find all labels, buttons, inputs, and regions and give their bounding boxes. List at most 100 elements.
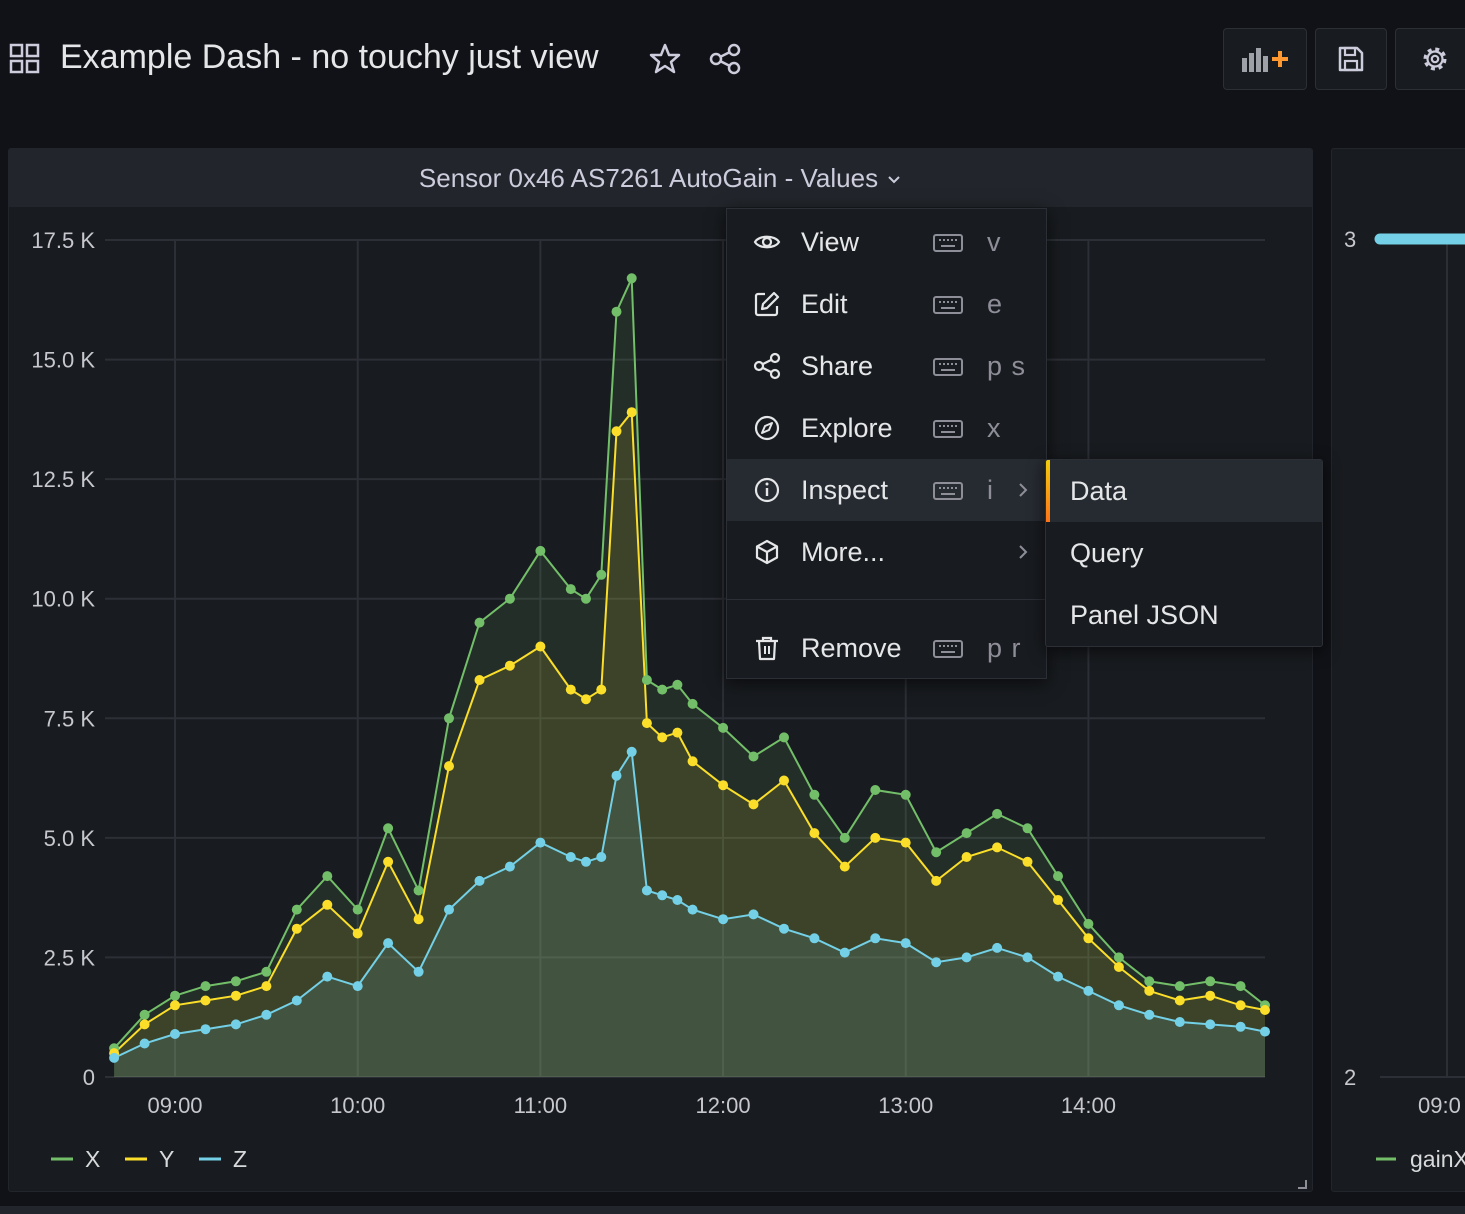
menu-item-label: More...	[801, 537, 886, 567]
menu-item-label: Edit	[801, 289, 848, 319]
data-point-x	[839, 832, 850, 843]
data-point-y	[1205, 990, 1216, 1001]
keyboard-icon	[933, 640, 963, 658]
data-point-z	[383, 938, 394, 949]
menu-item-share[interactable]: Share p s	[727, 335, 1046, 397]
data-point-x	[565, 584, 576, 595]
data-point-z	[200, 1024, 211, 1035]
data-point-z	[1260, 1026, 1270, 1037]
resize-handle-icon[interactable]	[1297, 1179, 1307, 1189]
data-point-z	[809, 933, 820, 944]
data-point-x	[718, 722, 729, 733]
submenu-item-label: Query	[1070, 538, 1144, 568]
data-point-y	[1235, 1000, 1246, 1011]
data-point-y	[352, 928, 363, 939]
graph-panel: Sensor 0x46 AS7261 AutoGain - Values 0 2.…	[8, 148, 1313, 1192]
data-point-z	[413, 966, 424, 977]
menu-item-inspect[interactable]: Inspect i	[727, 459, 1046, 521]
menu-item-explore[interactable]: Explore x	[727, 397, 1046, 459]
menu-item-remove[interactable]: Remove p r	[727, 617, 1046, 679]
data-point-y	[718, 780, 729, 791]
data-point-z	[672, 895, 683, 905]
data-point-x	[504, 593, 515, 604]
edit-icon	[754, 291, 780, 317]
data-point-y	[413, 914, 424, 925]
data-point-x	[413, 885, 424, 896]
x-tick-label: 09:00	[147, 1093, 202, 1118]
data-point-z	[1144, 1009, 1155, 1020]
keyboard-icon	[933, 296, 963, 314]
menu-item-view[interactable]: View v	[727, 211, 1046, 273]
data-point-x	[230, 976, 241, 987]
data-point-z	[596, 852, 607, 862]
save-dashboard-button[interactable]	[1315, 28, 1387, 90]
data-point-x	[1235, 981, 1246, 992]
page-bottom-border	[0, 1206, 1465, 1214]
legend-label[interactable]: X	[85, 1146, 100, 1172]
share-icon[interactable]	[708, 42, 742, 76]
data-point-y	[139, 1019, 150, 1030]
data-point-x	[992, 808, 1003, 819]
data-point-y	[961, 852, 972, 862]
data-point-y	[748, 799, 759, 810]
data-point-x	[596, 569, 607, 580]
submenu-item-query[interactable]: Query	[1046, 522, 1322, 584]
data-point-x	[1144, 976, 1155, 987]
dashboard-navbar: Example Dash - no touchy just view	[0, 0, 1465, 120]
keyboard-icon	[933, 234, 963, 252]
x-tick-label: 12:00	[696, 1093, 751, 1118]
data-point-z	[779, 923, 789, 934]
y-tick-label: 10.0 K	[31, 587, 95, 612]
data-point-x	[809, 789, 820, 800]
data-point-x	[383, 823, 394, 834]
data-point-y	[565, 684, 576, 695]
data-point-y	[657, 732, 668, 743]
data-point-y	[535, 641, 546, 652]
data-point-y	[900, 837, 911, 848]
data-point-z	[322, 971, 333, 982]
data-point-z	[474, 875, 485, 886]
legend-label[interactable]: Y	[159, 1146, 174, 1172]
data-point-x	[779, 732, 789, 743]
legend-label[interactable]: gainX	[1410, 1146, 1465, 1172]
data-point-z	[931, 957, 942, 968]
menu-divider	[727, 599, 1046, 600]
dashboard-title[interactable]: Example Dash - no touchy just view	[60, 38, 599, 77]
data-point-y	[1260, 1005, 1270, 1015]
data-point-x	[1174, 981, 1185, 992]
x-tick-label: 11:00	[514, 1093, 567, 1118]
gain-chart[interactable]: 3 2 09:0 gainX	[1332, 149, 1465, 1192]
data-point-y	[581, 694, 591, 705]
dashboard-settings-button[interactable]	[1395, 28, 1465, 90]
share-icon	[753, 352, 781, 380]
data-point-x	[626, 273, 637, 284]
data-point-z	[1174, 1017, 1185, 1027]
data-point-y	[474, 675, 485, 685]
data-point-z	[641, 885, 652, 896]
add-panel-button[interactable]	[1223, 28, 1307, 90]
data-point-y	[230, 990, 241, 1001]
data-point-z	[1022, 952, 1033, 963]
dashboard-grid-icon[interactable]	[8, 42, 42, 76]
legend-label[interactable]: Z	[233, 1146, 247, 1172]
time-series-chart[interactable]: 0 2.5 K 5.0 K 7.5 K 10.0 K 12.5 K 15.0 K 17.5 K…	[9, 149, 1312, 1191]
data-point-x	[687, 698, 698, 709]
data-point-x	[672, 679, 683, 690]
info-circle-icon	[754, 477, 780, 503]
submenu-item-data[interactable]: Data	[1046, 460, 1322, 522]
star-icon[interactable]	[648, 42, 682, 76]
y-tick-label: 0	[83, 1065, 95, 1090]
data-point-x	[611, 306, 622, 317]
menu-item-edit[interactable]: Edit e	[727, 273, 1046, 335]
settings-gear-icon	[1423, 47, 1447, 71]
submenu-item-panel-json[interactable]: Panel JSON	[1046, 584, 1322, 646]
save-icon	[1338, 46, 1364, 72]
data-point-y	[626, 407, 637, 418]
y-tick-label: 17.5 K	[31, 228, 95, 253]
y-tick-label: 15.0 K	[31, 348, 95, 373]
menu-item-more[interactable]: More...	[727, 521, 1046, 583]
data-point-z	[1205, 1019, 1216, 1030]
data-point-x	[900, 789, 911, 800]
data-point-y	[672, 727, 683, 738]
data-point-z	[352, 981, 363, 992]
